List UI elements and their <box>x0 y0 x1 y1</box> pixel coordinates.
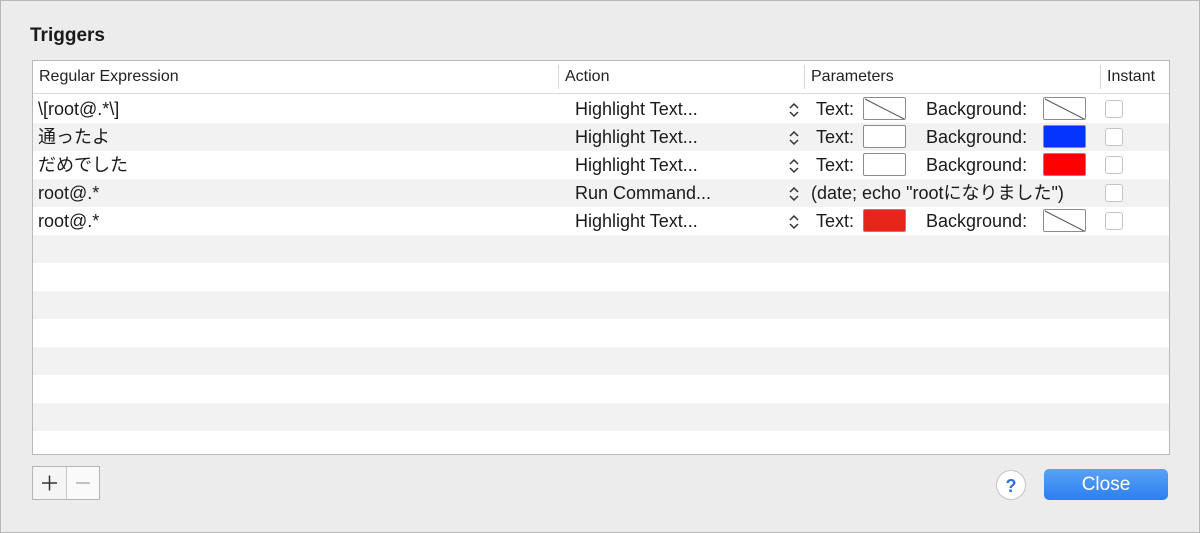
text-color-label: Text: <box>816 127 855 147</box>
text-color-well[interactable] <box>863 209 906 232</box>
table-row[interactable]: \[root@.*\] Highlight Text... Text: Backgro… <box>33 95 1169 123</box>
popup-chevron-icon[interactable] <box>788 158 800 174</box>
text-color-well[interactable] <box>863 97 906 120</box>
regex-cell[interactable]: だめでした <box>38 151 128 179</box>
column-header-regex[interactable]: Regular Expression <box>33 61 558 93</box>
action-popup[interactable]: Highlight Text... <box>575 151 698 179</box>
table-row[interactable]: root@.* Highlight Text... Text: Background: <box>33 207 1169 235</box>
background-color-well[interactable] <box>1043 153 1086 176</box>
background-color-label: Background: <box>926 127 1028 147</box>
empty-row <box>33 235 1169 263</box>
help-button[interactable]: ? <box>996 470 1026 500</box>
instant-checkbox[interactable] <box>1105 100 1123 118</box>
action-popup[interactable]: Highlight Text... <box>575 207 698 235</box>
instant-checkbox[interactable] <box>1105 184 1123 202</box>
table-row[interactable]: だめでした Highlight Text... Text: Background: <box>33 151 1169 179</box>
background-color-label: Background: <box>926 99 1028 119</box>
remove-button[interactable] <box>67 467 99 499</box>
close-button[interactable]: Close <box>1044 469 1168 500</box>
regex-cell[interactable]: root@.* <box>38 179 99 207</box>
regex-cell[interactable]: root@.* <box>38 207 99 235</box>
regex-cell[interactable]: 通ったよ <box>38 123 110 151</box>
text-color-well[interactable] <box>863 153 906 176</box>
empty-row <box>33 431 1169 454</box>
table-row[interactable]: 通ったよ Highlight Text... Text: Background: <box>33 123 1169 151</box>
column-header-action[interactable]: Action <box>559 61 804 93</box>
background-color-well[interactable] <box>1043 125 1086 148</box>
empty-row <box>33 347 1169 375</box>
column-header-parameters[interactable]: Parameters <box>805 61 1100 93</box>
background-color-label: Background: <box>926 155 1028 175</box>
instant-checkbox[interactable] <box>1105 128 1123 146</box>
empty-row <box>33 375 1169 403</box>
plus-icon <box>42 475 57 491</box>
instant-checkbox[interactable] <box>1105 156 1123 174</box>
empty-row <box>33 319 1169 347</box>
dialog-title: Triggers <box>30 25 105 46</box>
popup-chevron-icon[interactable] <box>788 186 800 202</box>
column-header-instant[interactable]: Instant <box>1101 61 1169 93</box>
table-row[interactable]: root@.* Run Command... (date; echo "rootにな… <box>33 179 1169 207</box>
text-color-well[interactable] <box>863 125 906 148</box>
empty-row <box>33 403 1169 431</box>
instant-checkbox[interactable] <box>1105 212 1123 230</box>
action-popup[interactable]: Run Command... <box>575 179 711 207</box>
popup-chevron-icon[interactable] <box>788 130 800 146</box>
text-color-label: Text: <box>816 211 855 231</box>
minus-icon <box>76 482 90 484</box>
popup-chevron-icon[interactable] <box>788 214 800 230</box>
add-remove-segmented-control <box>32 466 100 500</box>
text-color-label: Text: <box>816 155 855 175</box>
empty-row <box>33 263 1169 291</box>
background-color-well[interactable] <box>1043 97 1086 120</box>
action-popup[interactable]: Highlight Text... <box>575 95 698 123</box>
text-color-label: Text: <box>816 99 855 119</box>
empty-row <box>33 291 1169 319</box>
add-button[interactable] <box>33 467 67 499</box>
background-color-label: Background: <box>926 211 1028 231</box>
command-field[interactable]: (date; echo "rootになりました") <box>811 179 1064 207</box>
triggers-table: Regular Expression Action Parameters Ins… <box>32 60 1170 455</box>
background-color-well[interactable] <box>1043 209 1086 232</box>
popup-chevron-icon[interactable] <box>788 102 800 118</box>
table-header: Regular Expression Action Parameters Ins… <box>33 61 1169 94</box>
action-popup[interactable]: Highlight Text... <box>575 123 698 151</box>
regex-cell[interactable]: \[root@.*\] <box>38 95 119 123</box>
